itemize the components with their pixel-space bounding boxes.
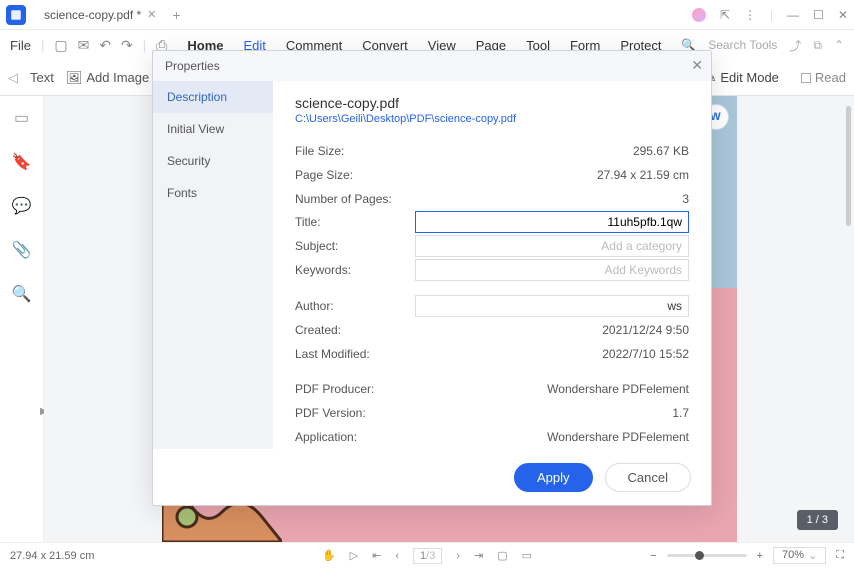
text-tool[interactable]: Text — [30, 70, 54, 85]
new-tab-button[interactable]: + — [172, 7, 180, 23]
image-icon: 🖼 — [66, 70, 83, 86]
hand-icon[interactable]: ✋ — [322, 549, 336, 562]
maximize-icon[interactable]: ☐ — [813, 8, 824, 22]
file-menu[interactable]: File — [10, 38, 31, 53]
label-version: PDF Version: — [295, 406, 415, 420]
value-application: Wondershare PDFelement — [415, 430, 689, 444]
document-tab[interactable]: science-copy.pdf * ✕ — [34, 4, 166, 26]
doc-filename: science-copy.pdf — [295, 95, 689, 111]
fit-width-icon[interactable]: ▭ — [522, 549, 532, 562]
app-icon — [6, 5, 26, 25]
value-filesize: 295.67 KB — [415, 144, 689, 158]
value-created: 2021/12/24 9:50 — [415, 323, 689, 337]
bookmark-icon[interactable]: 🔖 — [12, 152, 32, 172]
redo-icon[interactable]: ↷ — [121, 37, 133, 54]
first-page-icon[interactable]: ⇤ — [372, 549, 381, 562]
value-pagesize: 27.94 x 21.59 cm — [415, 168, 689, 182]
page-indicator: 1 / 3 — [797, 510, 838, 530]
zoom-out-icon[interactable]: − — [650, 550, 656, 562]
label-keywords: Keywords: — [295, 263, 415, 277]
apply-button[interactable]: Apply — [514, 463, 593, 492]
cancel-button[interactable]: Cancel — [605, 463, 691, 492]
fit-page-icon[interactable]: ▢ — [497, 549, 507, 562]
comment-icon[interactable]: 💬 — [12, 196, 32, 216]
tab-fonts[interactable]: Fonts — [153, 177, 273, 209]
dialog-header: Properties ✕ — [153, 51, 711, 81]
scrollbar[interactable] — [846, 106, 851, 226]
doc-path[interactable]: C:\Users\Geili\Desktop\PDF\science-copy.… — [295, 113, 689, 125]
properties-dialog: Properties ✕ Description Initial View Se… — [152, 50, 712, 506]
label-producer: PDF Producer: — [295, 382, 415, 396]
close-dialog-icon[interactable]: ✕ — [691, 57, 703, 74]
minimize-icon[interactable]: — — [787, 8, 799, 22]
label-lastmod: Last Modified: — [295, 347, 415, 361]
close-window-icon[interactable]: ✕ — [838, 8, 848, 22]
value-producer: Wondershare PDFelement — [415, 382, 689, 396]
mail-icon[interactable]: ✉ — [78, 37, 90, 54]
edit-mode-toggle[interactable]: ✎Edit Mode — [705, 70, 778, 86]
save-icon[interactable]: ▢ — [54, 37, 67, 54]
undo-icon[interactable]: ↶ — [99, 37, 111, 54]
read-mode-checkbox[interactable]: Read — [801, 70, 846, 85]
subject-input[interactable]: Add a category — [415, 235, 689, 257]
title-input[interactable] — [415, 211, 689, 233]
label-numpages: Number of Pages: — [295, 192, 415, 206]
left-sidebar: ▭ 🔖 💬 📎 🔍 — [0, 96, 44, 542]
zoom-level-select[interactable]: 70%⌄ — [773, 547, 826, 564]
tab-security[interactable]: Security — [153, 145, 273, 177]
dialog-footer: Apply Cancel — [153, 449, 711, 505]
select-icon[interactable]: ▷ — [350, 549, 358, 562]
label-title: Title: — [295, 215, 415, 229]
value-lastmod: 2022/7/10 15:52 — [415, 347, 689, 361]
search-panel-icon[interactable]: 🔍 — [12, 284, 32, 304]
label-subject: Subject: — [295, 239, 415, 253]
tab-description[interactable]: Description — [153, 81, 273, 113]
page-dims: 27.94 x 21.59 cm — [10, 550, 94, 562]
label-application: Application: — [295, 430, 415, 444]
add-image-tool[interactable]: 🖼Add Image — [66, 70, 149, 86]
kebab-icon[interactable]: ⋮ — [744, 8, 756, 22]
expand-icon[interactable]: ⌃ — [834, 38, 844, 52]
fullscreen-icon[interactable]: ⛶ — [836, 549, 844, 562]
zoom-slider[interactable] — [667, 554, 747, 557]
status-bar: 27.94 x 21.59 cm ✋ ▷ ⇤ ‹ 1/3 › ⇥ ▢ ▭ − +… — [0, 542, 854, 568]
prev-page-icon[interactable]: ‹ — [395, 550, 399, 562]
thumbnails-icon[interactable]: ▭ — [14, 108, 29, 128]
label-author: Author: — [295, 299, 415, 313]
share-icon[interactable]: ⇱ — [720, 8, 730, 22]
value-numpages: 3 — [415, 192, 689, 206]
page-number-input[interactable]: 1/3 — [413, 548, 442, 564]
close-icon[interactable]: ✕ — [147, 8, 156, 21]
tab-title: science-copy.pdf * — [44, 8, 141, 22]
next-page-icon[interactable]: › — [456, 550, 460, 562]
assistant-icon[interactable] — [692, 8, 706, 22]
title-bar: science-copy.pdf * ✕ + ⇱ ⋮ | — ☐ ✕ — [0, 0, 854, 30]
author-input[interactable] — [415, 295, 689, 317]
dialog-content: science-copy.pdf C:\Users\Geili\Desktop\… — [273, 81, 711, 449]
attach-icon[interactable]: 📎 — [12, 240, 32, 260]
label-created: Created: — [295, 323, 415, 337]
search-placeholder[interactable]: Search Tools — [708, 38, 777, 52]
keywords-input[interactable]: Add Keywords — [415, 259, 689, 281]
last-page-icon[interactable]: ⇥ — [474, 549, 483, 562]
cloud-icon[interactable]: ⧉ — [813, 38, 822, 53]
tab-initial-view[interactable]: Initial View — [153, 113, 273, 145]
label-filesize: File Size: — [295, 144, 415, 158]
upload-icon[interactable]: ⤴ — [789, 37, 801, 54]
zoom-in-icon[interactable]: + — [757, 550, 763, 562]
dialog-sidebar: Description Initial View Security Fonts — [153, 81, 273, 449]
label-pagesize: Page Size: — [295, 168, 415, 182]
value-version: 1.7 — [415, 406, 689, 420]
